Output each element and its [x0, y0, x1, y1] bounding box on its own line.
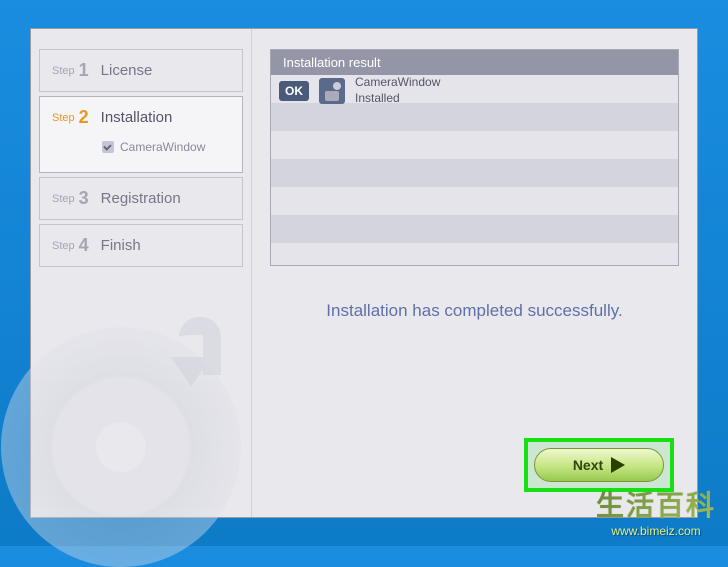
watermark-url: www.bimeiz.com	[596, 524, 716, 538]
step-number: 2	[79, 107, 89, 128]
step-prefix: Step	[52, 193, 75, 205]
step-prefix: Step	[52, 240, 75, 252]
result-header: Installation result	[271, 50, 678, 75]
main-panel: Installation result OK CameraWindow Inst…	[251, 29, 697, 517]
next-button-label: Next	[573, 457, 603, 473]
watermark-title: 生活百科	[596, 484, 716, 524]
result-text: CameraWindow Installed	[355, 75, 440, 106]
check-icon	[102, 141, 114, 153]
step-registration: Step 3 Registration	[39, 177, 243, 220]
watermark: 生活百科 www.bimeiz.com	[596, 484, 716, 538]
completion-message: Installation has completed successfully.	[270, 301, 679, 321]
step-number: 1	[79, 60, 89, 81]
sub-item-label: CameraWindow	[120, 140, 205, 154]
installer-window: Step 1 License Step 2 Installation Camer…	[30, 28, 698, 518]
step-installation: Step 2 Installation CameraWindow	[39, 96, 243, 173]
cd-arrow-decoration	[171, 357, 211, 387]
step-sub-item: CameraWindow	[102, 140, 205, 154]
step-number: 4	[79, 235, 89, 256]
arrow-right-icon	[611, 457, 625, 473]
result-list: OK CameraWindow Installed	[271, 75, 678, 265]
step-number: 3	[79, 188, 89, 209]
step-title: Registration	[101, 190, 181, 207]
step-finish: Step 4 Finish	[39, 224, 243, 267]
step-title: License	[101, 62, 153, 79]
ok-badge: OK	[279, 81, 309, 101]
step-prefix: Step	[52, 112, 75, 124]
wizard-sidebar: Step 1 License Step 2 Installation Camer…	[31, 29, 251, 517]
next-button[interactable]: Next	[534, 448, 664, 482]
step-prefix: Step	[52, 65, 75, 77]
step-title: Finish	[101, 237, 141, 254]
result-item-status: Installed	[355, 91, 440, 107]
result-item-name: CameraWindow	[355, 75, 440, 91]
step-title: Installation	[101, 109, 173, 126]
installation-result-panel: Installation result OK CameraWindow Inst…	[270, 49, 679, 266]
result-row: OK CameraWindow Installed	[271, 75, 678, 107]
step-license: Step 1 License	[39, 49, 243, 92]
camera-app-icon	[319, 78, 345, 104]
